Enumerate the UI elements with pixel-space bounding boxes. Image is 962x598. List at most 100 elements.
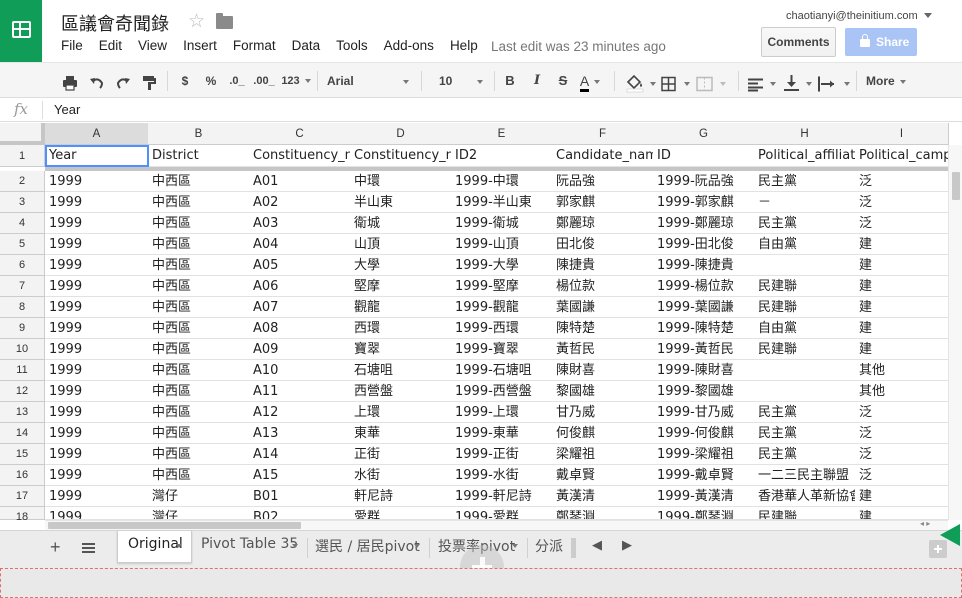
row-header[interactable]: 6 [0,255,45,276]
table-cell[interactable]: 1999 [45,444,149,465]
chevron-down-icon[interactable] [512,544,518,548]
table-cell[interactable]: 1999-黃哲民 [653,339,755,360]
table-cell[interactable]: 中環 [350,171,452,192]
table-cell[interactable]: 大學 [350,255,452,276]
account-caret-icon[interactable] [924,13,932,18]
strikethrough-button[interactable]: S [556,70,570,92]
table-cell[interactable]: 中西區 [148,297,250,318]
chevron-down-icon[interactable] [650,82,656,86]
table-cell[interactable]: 1999-甘乃威 [653,402,755,423]
table-cell[interactable]: 1999 [45,402,149,423]
table-cell[interactable]: A05 [249,255,351,276]
tab-camp[interactable]: 分派 [525,531,571,563]
table-cell[interactable]: 衛城 [350,213,452,234]
table-cell[interactable]: 戴卓賢 [552,465,654,486]
table-cell[interactable]: 泛 [855,444,949,465]
table-cell[interactable]: 西環 [350,318,452,339]
table-cell[interactable]: 中西區 [148,402,250,423]
chevron-down-icon[interactable] [292,544,298,548]
table-cell[interactable]: 1999 [45,381,149,402]
column-header-g[interactable]: G [653,123,755,145]
table-cell[interactable]: 1999 [45,234,149,255]
header-cell[interactable]: District [148,145,250,167]
account-email[interactable]: chaotianyi@theinitium.com [786,10,918,22]
table-cell[interactable]: 甘乃威 [552,402,654,423]
table-cell[interactable]: 1999-郭家麒 [653,192,755,213]
table-cell[interactable]: 一二三民主聯盟 [754,465,856,486]
header-cell[interactable]: Constituency_num [249,145,351,167]
table-cell[interactable]: 民建聯 [754,507,856,520]
table-cell[interactable]: 黃漢清 [552,486,654,507]
table-cell[interactable]: 中西區 [148,234,250,255]
vertical-scrollbar[interactable] [948,145,962,520]
table-cell[interactable]: 1999 [45,276,149,297]
table-cell[interactable]: 1999-衛城 [451,213,553,234]
table-cell[interactable]: 阮品強 [552,171,654,192]
table-cell[interactable]: A07 [249,297,351,318]
tab-scroll-right-icon[interactable]: ▶ [622,537,632,553]
column-header-f[interactable]: F [552,123,654,145]
table-cell[interactable] [754,360,856,381]
table-cell[interactable]: 中西區 [148,444,250,465]
tab-original[interactable]: Original [117,531,192,563]
column-header-c[interactable]: C [249,123,351,145]
table-cell[interactable]: 1999 [45,507,149,520]
bold-button[interactable]: B [503,70,517,92]
more-menu-button[interactable]: More [866,70,912,92]
table-cell[interactable]: 西營盤 [350,381,452,402]
row-header[interactable]: 13 [0,402,45,423]
table-cell[interactable]: 中西區 [148,360,250,381]
table-cell[interactable]: 民主黨 [754,423,856,444]
chevron-down-icon[interactable] [684,82,690,86]
comments-button[interactable]: Comments [761,27,836,57]
table-cell[interactable]: 上環 [350,402,452,423]
row-header[interactable]: 18 [0,507,45,523]
table-cell[interactable]: A14 [249,444,351,465]
table-cell[interactable]: 中西區 [148,213,250,234]
row-header[interactable]: 15 [0,444,45,465]
table-cell[interactable]: 民主黨 [754,402,856,423]
side-panel-arrow-icon[interactable] [940,524,960,546]
table-cell[interactable]: 泛 [855,213,949,234]
fill-color-icon[interactable] [625,72,645,94]
table-cell[interactable]: 灣仔 [148,507,250,520]
table-cell[interactable]: 民主黨 [754,213,856,234]
table-cell[interactable]: 半山東 [350,192,452,213]
last-edit-status[interactable]: Last edit was 23 minutes ago [491,39,666,54]
table-cell[interactable]: 何俊麒 [552,423,654,444]
table-cell[interactable]: 1999-黃漢清 [653,486,755,507]
document-title[interactable]: 區議會奇聞錄 [61,10,169,36]
increase-decimals-button[interactable]: .00_ [252,70,276,92]
table-cell[interactable]: 中西區 [148,192,250,213]
header-cell[interactable]: ID2 [451,145,553,167]
menu-edit[interactable]: Edit [99,38,122,53]
align-left-icon[interactable] [748,74,763,96]
header-cell[interactable]: Political_affiliation [754,145,856,167]
menu-file[interactable]: File [61,38,83,53]
table-cell[interactable]: 1999-西營盤 [451,381,553,402]
table-cell[interactable]: 陳捷貴 [552,255,654,276]
chevron-down-icon[interactable] [770,82,776,86]
add-sheet-icon[interactable]: + [50,537,61,558]
table-cell[interactable]: 寶翠 [350,339,452,360]
table-cell[interactable]: 1999-愛群 [451,507,553,520]
row-header[interactable]: 8 [0,297,45,318]
table-cell[interactable]: 鄭麗琼 [552,213,654,234]
table-cell[interactable]: A15 [249,465,351,486]
table-cell[interactable]: 民建聯 [754,339,856,360]
table-cell[interactable]: 軒尼詩 [350,486,452,507]
table-cell[interactable]: 灣仔 [148,486,250,507]
redo-icon[interactable] [115,72,131,94]
row-header[interactable]: 12 [0,381,45,402]
table-cell[interactable]: 泛 [855,402,949,423]
table-cell[interactable]: 1999 [45,213,149,234]
table-cell[interactable]: 葉國謙 [552,297,654,318]
row-header[interactable]: 4 [0,213,45,234]
table-cell[interactable]: 1999 [45,360,149,381]
table-cell[interactable]: 郭家麒 [552,192,654,213]
chevron-down-icon[interactable] [176,544,182,548]
folder-icon[interactable] [216,13,233,29]
header-cell[interactable]: ID [653,145,755,167]
chevron-down-icon[interactable] [414,544,420,548]
table-cell[interactable]: 建 [855,507,949,520]
